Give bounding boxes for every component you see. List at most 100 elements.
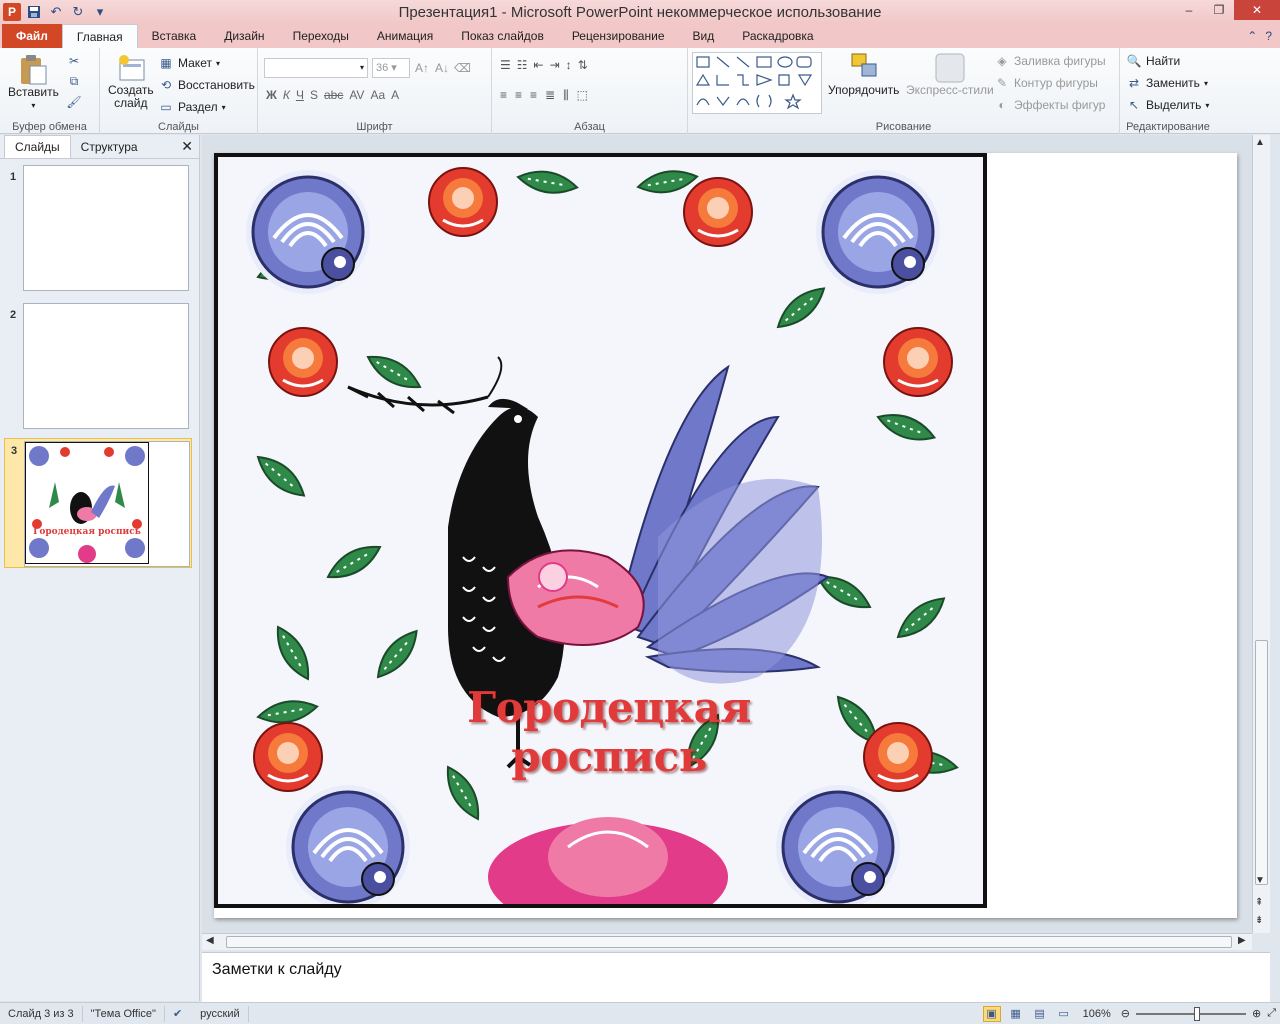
slide-thumbnail-2[interactable]: 2 [4, 303, 192, 433]
horizontal-scroll-thumb[interactable] [226, 936, 1232, 948]
change-case-icon[interactable]: Aa [370, 88, 385, 102]
layout-button[interactable]: ▦ Макет ▾ [158, 52, 255, 74]
horizontal-scrollbar[interactable]: ◀ ▶ [202, 933, 1252, 950]
quick-styles-button[interactable]: Экспресс-стили [906, 52, 994, 97]
arrange-button[interactable]: Упорядочить [828, 52, 899, 97]
align-left-icon[interactable]: ≡ [500, 88, 507, 103]
outline-icon: ✎ [996, 76, 1008, 90]
bullets-icon[interactable]: ☰ [500, 58, 511, 72]
justify-icon[interactable]: ≣ [545, 88, 555, 103]
shapes-gallery[interactable] [692, 52, 822, 114]
tab-file[interactable]: Файл [2, 24, 62, 48]
minimize-button[interactable]: – [1174, 0, 1204, 20]
tab-storyboard[interactable]: Раскадровка [728, 24, 827, 48]
text-direction-icon[interactable]: ⇅ [578, 58, 588, 72]
char-spacing-icon[interactable]: AV [349, 88, 364, 102]
font-size-select[interactable]: 36 ▾ [372, 58, 410, 78]
shapes-icon [695, 56, 813, 110]
tab-view[interactable]: Вид [679, 24, 729, 48]
tab-insert[interactable]: Вставка [138, 24, 211, 48]
zoom-out-icon[interactable]: ⊖ [1121, 1007, 1130, 1020]
help-icon[interactable]: ? [1265, 29, 1272, 43]
tab-transitions[interactable]: Переходы [279, 24, 363, 48]
undo-icon[interactable]: ↶ [47, 3, 65, 21]
slide-canvas[interactable]: Городецкая роспись [214, 153, 1237, 918]
line-spacing-icon[interactable]: ↕ [566, 58, 572, 72]
customize-qat-icon[interactable]: ▾ [91, 3, 109, 21]
zoom-slider-knob[interactable] [1193, 1006, 1200, 1021]
new-slide-button[interactable]: Создать слайд [108, 54, 154, 110]
select-button[interactable]: ↖ Выделить ▾ [1126, 94, 1209, 116]
tab-slideshow[interactable]: Показ слайдов [447, 24, 558, 48]
slide-title[interactable]: Городецкая роспись [374, 683, 844, 781]
maximize-button[interactable]: ❐ [1204, 0, 1234, 20]
reset-button[interactable]: ⟲ Восстановить [158, 74, 255, 96]
minimize-ribbon-icon[interactable]: ⌃ [1247, 29, 1257, 43]
prev-slide-icon[interactable]: ⇞ [1255, 897, 1263, 908]
vertical-scroll-thumb[interactable] [1255, 640, 1268, 885]
slide-sorter-icon[interactable]: ▦ [1007, 1006, 1025, 1022]
zoom-level[interactable]: 106% [1079, 1008, 1115, 1020]
clear-format-icon[interactable]: ⌫ [454, 61, 471, 75]
redo-icon[interactable]: ↻ [69, 3, 87, 21]
theme-name[interactable]: "Тема Office" [83, 1005, 165, 1022]
tab-home[interactable]: Главная [61, 24, 138, 48]
zoom-in-icon[interactable]: ⊕ [1252, 1007, 1261, 1020]
next-slide-icon[interactable]: ⇟ [1255, 915, 1263, 926]
shrink-font-icon[interactable]: A↓ [434, 61, 450, 75]
copy-icon[interactable]: ⧉ [66, 74, 82, 89]
shadow-icon[interactable]: S [310, 88, 318, 102]
close-pane-icon[interactable]: ✕ [181, 138, 193, 155]
columns-icon[interactable]: ⫼ [563, 88, 569, 103]
slide-thumbnail-3[interactable]: 3 Городецкая роспись [4, 438, 192, 568]
slideshow-view-icon[interactable]: ▭ [1055, 1006, 1073, 1022]
vertical-scrollbar[interactable]: ▲ ▼ ⇞ ⇟ [1252, 135, 1270, 933]
scroll-right-icon[interactable]: ▶ [1238, 935, 1246, 946]
strikethrough-icon[interactable]: abc [324, 88, 343, 102]
tab-slides[interactable]: Слайды [4, 135, 71, 158]
shape-outline-button[interactable]: ✎ Контур фигуры [994, 72, 1106, 94]
format-painter-icon[interactable]: 🖌 [66, 95, 82, 109]
close-button[interactable]: ✕ [1234, 0, 1280, 20]
grow-font-icon[interactable]: A↑ [414, 61, 430, 75]
thumbnail-painting: Городецкая роспись [25, 442, 150, 565]
cut-icon[interactable]: ✂ [66, 54, 82, 68]
align-right-icon[interactable]: ≡ [530, 88, 537, 103]
language-indicator[interactable]: ✔ русский [165, 1005, 249, 1022]
scroll-down-icon[interactable]: ▼ [1255, 875, 1265, 886]
powerpoint-app-icon[interactable]: P [3, 3, 21, 21]
tab-design[interactable]: Дизайн [210, 24, 278, 48]
slide-thumbnail-1[interactable]: 1 [4, 165, 192, 295]
numbering-icon[interactable]: ☷ [517, 58, 528, 72]
tab-animations[interactable]: Анимация [363, 24, 447, 48]
scroll-left-icon[interactable]: ◀ [206, 935, 214, 946]
tab-outline[interactable]: Структура [71, 136, 148, 158]
shape-fill-button[interactable]: ◈ Заливка фигуры [994, 50, 1105, 72]
font-color-icon[interactable]: A [391, 88, 399, 102]
increase-indent-icon[interactable]: ⇥ [550, 58, 560, 72]
gorodets-painting-image[interactable] [214, 153, 987, 908]
shape-effects-button[interactable]: ◐ Эффекты фигур [994, 94, 1106, 116]
reading-view-icon[interactable]: ▤ [1031, 1006, 1049, 1022]
status-bar: Слайд 3 из 3 "Тема Office" ✔ русский ▣ ▦… [0, 1002, 1280, 1024]
align-center-icon[interactable]: ≡ [515, 88, 522, 103]
zoom-slider[interactable] [1135, 1006, 1246, 1021]
smartart-icon[interactable]: ⬚ [577, 88, 588, 103]
scroll-up-icon[interactable]: ▲ [1255, 137, 1265, 148]
notes-pane[interactable]: Заметки к слайду [202, 952, 1270, 1002]
decrease-indent-icon[interactable]: ⇤ [534, 58, 544, 72]
paste-icon [21, 55, 47, 85]
underline-icon[interactable]: Ч [296, 88, 304, 102]
paste-button[interactable]: Вставить ▾ [8, 54, 59, 112]
section-button[interactable]: ▭ Раздел ▾ [158, 96, 255, 118]
bold-icon[interactable]: Ж [266, 88, 277, 102]
replace-button[interactable]: ⇄ Заменить ▾ [1126, 72, 1209, 94]
italic-icon[interactable]: К [283, 88, 290, 102]
font-name-select[interactable]: ▾ [264, 58, 368, 78]
find-button[interactable]: 🔍 Найти [1126, 50, 1209, 72]
normal-view-icon[interactable]: ▣ [982, 1005, 1001, 1022]
arrange-icon [851, 53, 877, 77]
tab-review[interactable]: Рецензирование [558, 24, 679, 48]
fit-slide-icon[interactable]: ⤢ [1267, 1007, 1276, 1020]
save-icon[interactable] [25, 3, 43, 21]
